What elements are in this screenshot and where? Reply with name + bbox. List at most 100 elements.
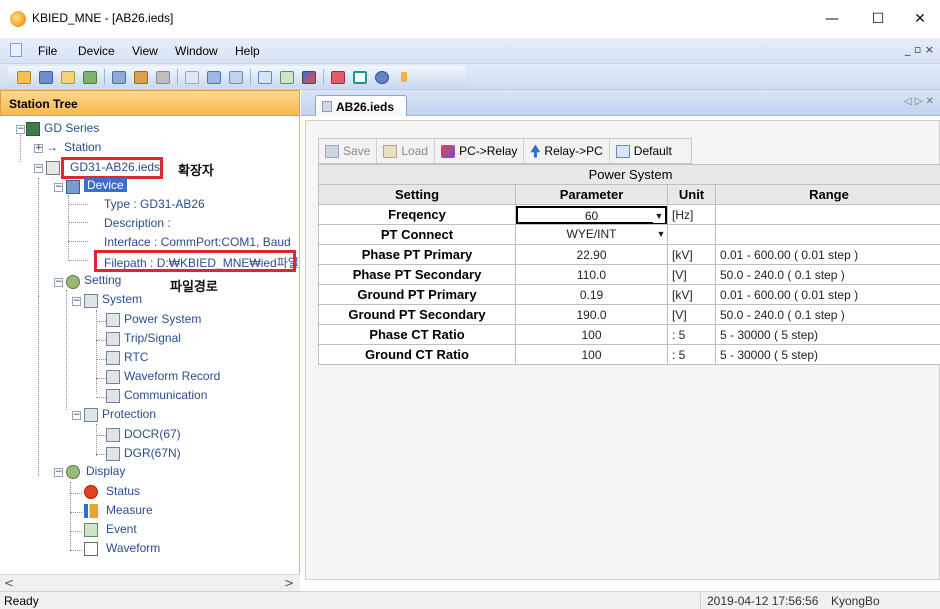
tree-node-trip-signal[interactable]: Trip/Signal	[124, 331, 181, 345]
tree-icon[interactable]	[109, 67, 129, 87]
app-logo-icon	[10, 11, 26, 27]
menu-help[interactable]: Help	[235, 44, 260, 58]
menu-view[interactable]: View	[132, 44, 158, 58]
setting-name: PT Connect	[318, 224, 516, 245]
parameter-cell[interactable]: 100	[515, 324, 668, 345]
tree-horizontal-scrollbar[interactable]: < >	[0, 574, 300, 591]
parameter-cell[interactable]: 60 ▼	[515, 204, 668, 225]
help-icon[interactable]	[372, 67, 392, 87]
back-icon[interactable]	[131, 67, 151, 87]
tree-node-setting[interactable]: Setting	[84, 273, 121, 287]
docr-icon	[106, 428, 120, 442]
add-icon[interactable]	[182, 67, 202, 87]
tree-node-system[interactable]: System	[102, 292, 142, 306]
window-title: KBIED_MNE - [AB26.ieds]	[32, 11, 174, 25]
close-button[interactable]: ✕	[900, 6, 940, 32]
status-ready: Ready	[4, 594, 39, 608]
tree-node-device[interactable]: Device	[84, 178, 127, 192]
screen-icon[interactable]	[255, 67, 275, 87]
save-icon[interactable]	[36, 67, 56, 87]
parameter-cell[interactable]: 22.90	[515, 244, 668, 265]
collapse-toggle[interactable]: −	[72, 297, 81, 306]
collapse-toggle[interactable]: −	[16, 125, 25, 134]
default-button[interactable]: Default	[610, 139, 678, 163]
pt-connect-value: WYE/INT	[566, 226, 617, 241]
tree-node-measure[interactable]: Measure	[106, 503, 153, 517]
window-icon[interactable]	[204, 67, 224, 87]
parameter-cell[interactable]: 110.0	[515, 264, 668, 285]
send-icon[interactable]	[80, 67, 100, 87]
collapse-toggle[interactable]: −	[34, 164, 43, 173]
menu-grip-icon	[10, 43, 22, 57]
dgr-icon	[106, 447, 120, 461]
unit-cell: [kV]	[667, 284, 716, 305]
tree-node-communication[interactable]: Communication	[124, 388, 207, 402]
tree-node-protection[interactable]: Protection	[102, 407, 156, 421]
unit-cell: [Hz]	[667, 204, 716, 225]
export-icon[interactable]	[328, 67, 348, 87]
range-cell: 0.01 - 600.00 ( 0.01 step )	[715, 244, 940, 265]
range-cell: 50.0 - 240.0 ( 0.1 step )	[715, 264, 940, 285]
collapse-toggle[interactable]: −	[54, 183, 63, 192]
refresh-icon[interactable]	[153, 67, 173, 87]
gradient-icon[interactable]	[299, 67, 319, 87]
scroll-right-icon[interactable]: >	[284, 576, 294, 590]
menu-file[interactable]: File	[38, 44, 57, 58]
dropdown-arrow-icon[interactable]: ▼	[655, 226, 667, 241]
power-system-table: Power System Setting Parameter Unit Rang…	[318, 164, 940, 365]
unit-cell: [V]	[667, 304, 716, 325]
parameter-cell[interactable]: 190.0	[515, 304, 668, 325]
tree-node-waveform[interactable]: Waveform	[106, 541, 160, 555]
relay-to-pc-label: Relay->PC	[544, 144, 603, 158]
action-bar: Save Load PC->Relay Relay->PC Default	[318, 138, 692, 164]
collapse-toggle[interactable]: −	[54, 468, 63, 477]
collapse-toggle[interactable]: −	[54, 278, 63, 287]
scroll-left-icon[interactable]: <	[4, 576, 14, 590]
tree-node-docr[interactable]: DOCR(67)	[124, 427, 181, 441]
parameter-cell[interactable]: 100	[515, 344, 668, 365]
tab-navigation-controls[interactable]: ◁ ▷ ✕	[904, 96, 934, 107]
load-icon[interactable]	[58, 67, 78, 87]
expand-toggle[interactable]: +	[34, 144, 43, 153]
tree-node-dgr[interactable]: DGR(67N)	[124, 446, 181, 460]
minimize-button[interactable]: —	[812, 6, 852, 32]
table-row: Phase CT Ratio 100 : 5 5 - 30000 ( 5 ste…	[318, 324, 940, 345]
frequency-dropdown[interactable]: 60 ▼	[516, 205, 667, 224]
toolbar-overflow-icon[interactable]	[394, 67, 414, 87]
maximize-button[interactable]: ☐	[858, 6, 898, 32]
highlight-box-extension	[61, 157, 163, 179]
delete-icon[interactable]	[350, 67, 370, 87]
tree-node-gd-series[interactable]: GD Series	[44, 121, 99, 135]
tree-node-event[interactable]: Event	[106, 522, 137, 536]
range-cell: 5 - 30000 ( 5 step)	[715, 324, 940, 345]
table-row: Phase PT Primary 22.90 [kV] 0.01 - 600.0…	[318, 244, 940, 265]
parameter-cell[interactable]: 0.19	[515, 284, 668, 305]
open-icon[interactable]	[14, 67, 34, 87]
load-button[interactable]: Load	[377, 139, 436, 163]
pc-to-relay-button[interactable]: PC->Relay	[435, 139, 525, 163]
chart-icon[interactable]	[277, 67, 297, 87]
menu-device[interactable]: Device	[78, 44, 115, 58]
mdi-window-controls[interactable]: _ ▫ ×	[905, 43, 934, 56]
save-button[interactable]: Save	[319, 139, 378, 163]
load-icon	[383, 144, 398, 158]
tree-node-waveform-record[interactable]: Waveform Record	[124, 369, 220, 383]
tree-node-status[interactable]: Status	[106, 484, 140, 498]
pt-connect-dropdown[interactable]: WYE/INT ▼	[516, 226, 667, 244]
tree-node-power-system[interactable]: Power System	[124, 312, 201, 326]
table-title: Power System	[318, 164, 940, 185]
collapse-toggle[interactable]: −	[72, 411, 81, 420]
relay-to-pc-button[interactable]: Relay->PC	[524, 139, 610, 163]
gd-series-icon	[26, 122, 40, 136]
tree-node-display[interactable]: Display	[86, 464, 125, 478]
tree-node-rtc[interactable]: RTC	[124, 350, 148, 364]
parameter-cell[interactable]: WYE/INT ▼	[515, 224, 668, 245]
menu-window[interactable]: Window	[175, 44, 218, 58]
station-tree-header: Station Tree	[0, 90, 300, 116]
tree-node-station[interactable]: Station	[64, 140, 101, 154]
tab-ab26-ieds[interactable]: AB26.ieds	[315, 95, 407, 117]
device-interface: Interface : CommPort:COM1, Baud	[104, 235, 291, 249]
device-type: Type : GD31-AB26	[104, 197, 205, 211]
dropdown-arrow-icon[interactable]: ▼	[653, 208, 665, 223]
grid-icon[interactable]	[226, 67, 246, 87]
